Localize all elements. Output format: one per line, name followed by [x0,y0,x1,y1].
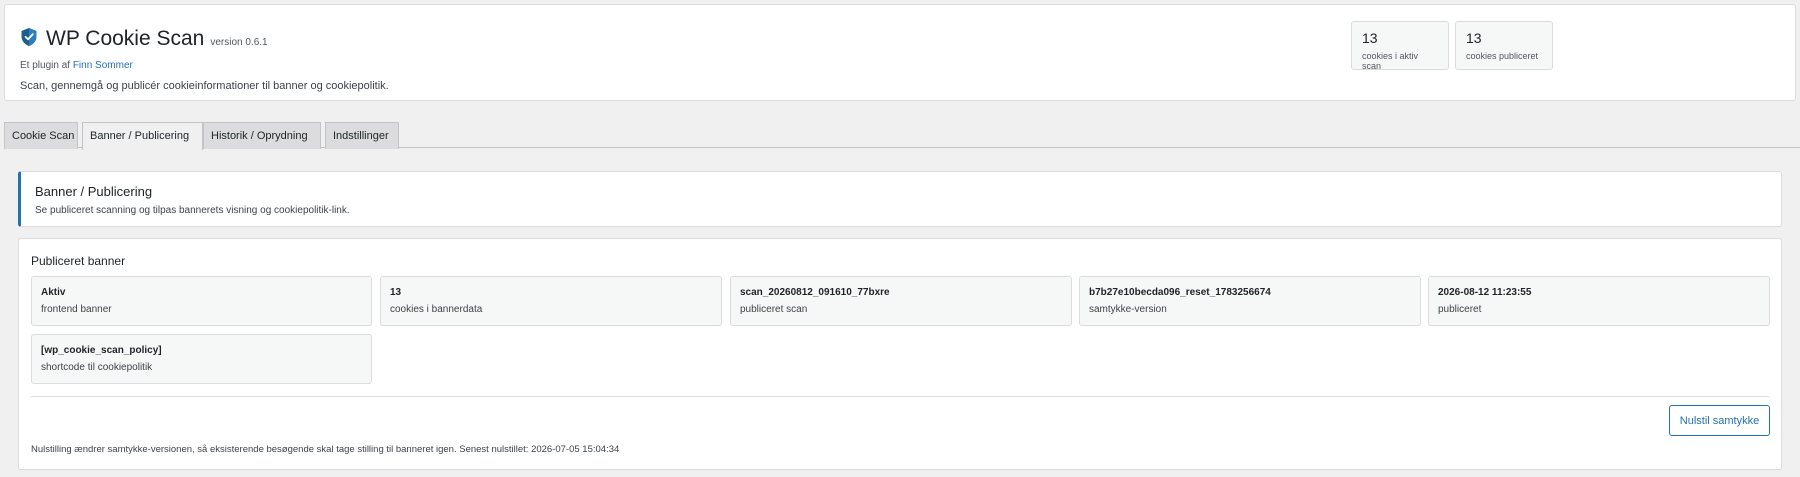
reset-consent-button[interactable]: Nulstil samtykke [1669,405,1770,436]
author-link[interactable]: Finn Sommer [73,60,133,71]
title-row: WP Cookie Scan version 0.6.1 [20,25,268,51]
byline: Et plugin af Finn Sommer [20,60,133,71]
tile-cookies-count: 13 cookies i bannerdata [380,276,722,326]
tile-label: publiceret [1438,304,1482,315]
tab-indstillinger[interactable]: Indstillinger [325,122,399,149]
tagline: Scan, gennemgå og publicér cookieinforma… [20,80,389,92]
section-description: Se publiceret scanning og tilpas bannere… [35,205,350,216]
tile-label: samtykke-version [1089,304,1167,315]
shield-icon [21,28,37,46]
stat-value: 13 [1466,30,1482,46]
tab-bar: Cookie Scan Banner / Publicering Histori… [4,122,1800,150]
tab-historik-oprydning[interactable]: Historik / Oprydning [203,122,321,149]
stat-label: cookies i aktiv scan [1362,51,1419,71]
tab-banner-publicering[interactable]: Banner / Publicering [82,122,203,150]
tile-consent-version: b7b27e10becda096_reset_1783256674 samtyk… [1079,276,1421,326]
divider [31,396,1769,397]
tile-frontend-banner: Aktiv frontend banner [31,276,372,326]
tile-published-date: 2026-08-12 11:23:55 publiceret [1428,276,1770,326]
reset-note: Nulstilling ændrer samtykke-versionen, s… [31,444,620,455]
published-banner-card: Publiceret banner Aktiv frontend banner … [18,238,1782,470]
tab-cookie-scan[interactable]: Cookie Scan [4,122,78,149]
plugin-header: WP Cookie Scan version 0.6.1 Et plugin a… [4,4,1796,101]
version-label: version 0.6.1 [210,37,268,48]
tile-label: frontend banner [41,304,112,315]
tile-value: b7b27e10becda096_reset_1783256674 [1089,287,1271,298]
tile-value: [wp_cookie_scan_policy] [41,345,162,356]
tile-label: shortcode til cookiepolitik [41,362,153,373]
stat-label: cookies publiceret [1466,51,1539,61]
tile-value: scan_20260812_091610_77bxre [740,287,890,298]
section-title: Banner / Publicering [35,184,153,199]
tile-value: 2026-08-12 11:23:55 [1438,287,1532,298]
page-title: WP Cookie Scan [46,27,205,50]
tile-value: 13 [390,287,402,298]
published-title: Publiceret banner [31,254,126,268]
stat-active-scan: 13 cookies i aktiv scan [1351,21,1449,71]
tile-value: Aktiv [41,287,66,298]
stat-published: 13 cookies publiceret [1455,21,1553,70]
tile-label: cookies i bannerdata [390,304,483,315]
section-intro: Banner / Publicering Se publiceret scann… [18,171,1782,227]
tile-shortcode: [wp_cookie_scan_policy] shortcode til co… [31,334,372,384]
tile-label: publiceret scan [740,304,808,315]
stat-value: 13 [1362,30,1378,46]
byline-prefix: Et plugin af [20,60,71,71]
tile-published-scan: scan_20260812_091610_77bxre publiceret s… [730,276,1072,326]
